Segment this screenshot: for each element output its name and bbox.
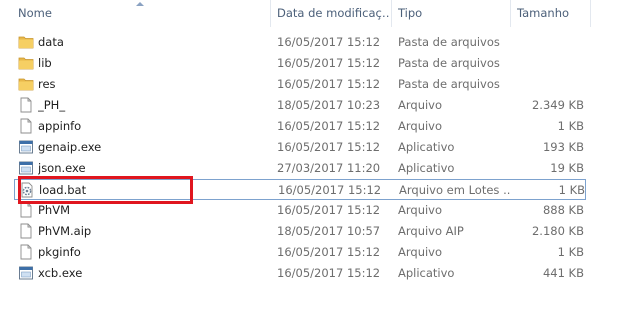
file-type: Aplicativo [398,140,455,154]
file-icon [20,118,32,134]
folder-icon [18,36,34,49]
exe-icon [19,266,33,280]
file-date: 16/05/2017 15:12 [277,140,381,154]
file-size [510,32,584,53]
file-icon [20,223,32,239]
file-name: data [38,35,64,49]
file-type: Pasta de arquivos [398,35,500,49]
column-header-date[interactable]: Data de modificaç… [277,0,389,27]
file-size: 2.349 KB [531,98,584,112]
file-row-pkginfo[interactable]: pkginfo 16/05/2017 15:12 Arquivo 1 KB [14,242,586,263]
folder-icon [18,57,34,70]
file-size [510,74,584,95]
file-name: lib [38,56,52,70]
column-divider[interactable] [510,0,511,27]
file-size: 1 KB [557,245,584,259]
file-row-phvm-aip[interactable]: PhVM.aip 18/05/2017 10:57 Arquivo AIP 2.… [14,221,586,242]
file-size [510,53,584,74]
file-size: 1 KB [557,119,584,133]
file-type: Arquivo [398,119,443,133]
file-icon [20,202,32,218]
file-type: Pasta de arquivos [398,77,500,91]
file-date: 16/05/2017 15:12 [277,266,381,280]
folder-icon [18,78,34,91]
column-divider[interactable] [391,0,392,27]
file-row-xcb[interactable]: xcb.exe 16/05/2017 15:12 Aplicativo 441 … [14,263,586,284]
file-name: _PH_ [38,98,66,112]
file-type: Aplicativo [398,161,455,175]
file-type: Arquivo [398,98,443,112]
file-name: PhVM.aip [38,224,92,238]
file-size: 1 KB [558,183,585,197]
column-header-type[interactable]: Tipo [398,0,508,27]
file-type: Arquivo [398,203,443,217]
file-date: 16/05/2017 15:12 [277,203,381,217]
column-divider[interactable] [270,0,271,27]
file-date: 16/05/2017 15:12 [277,35,381,49]
file-date: 18/05/2017 10:57 [277,224,381,238]
file-row-data[interactable]: data 16/05/2017 15:12 Pasta de arquivos [14,32,586,53]
file-row-appinfo[interactable]: appinfo 16/05/2017 15:12 Arquivo 1 KB [14,116,586,137]
file-size: 441 KB [542,266,584,280]
file-name: res [38,77,56,91]
file-type: Pasta de arquivos [398,56,500,70]
file-date: 16/05/2017 15:12 [277,245,381,259]
file-row-lib[interactable]: lib 16/05/2017 15:12 Pasta de arquivos [14,53,586,74]
file-name: pkginfo [38,245,81,259]
file-icon [20,97,32,113]
file-row-genaip[interactable]: genaip.exe 16/05/2017 15:12 Aplicativo 1… [14,137,586,158]
file-date: 16/05/2017 15:12 [277,119,381,133]
file-type: Arquivo [398,245,443,259]
column-header-size[interactable]: Tamanho [517,0,587,27]
file-type: Arquivo AIP [398,224,464,238]
file-date: 18/05/2017 10:23 [277,98,381,112]
file-size: 2.180 KB [531,224,584,238]
column-header-bar: Nome Data de modificaç… Tipo Tamanho [0,0,634,27]
file-row-res[interactable]: res 16/05/2017 15:12 Pasta de arquivos [14,74,586,95]
file-date: 16/05/2017 15:12 [278,183,382,197]
file-size: 888 KB [542,203,584,217]
file-size: 193 KB [542,140,584,154]
file-size: 19 KB [550,161,584,175]
file-type: Aplicativo [398,266,455,280]
red-highlight-annotation [18,176,193,204]
file-date: 27/03/2017 11:20 [277,161,381,175]
file-row-ph[interactable]: _PH_ 18/05/2017 10:23 Arquivo 2.349 KB [14,95,586,116]
sort-ascending-icon [136,2,144,6]
file-name: appinfo [38,119,82,133]
exe-icon [19,161,33,175]
column-divider[interactable] [590,0,591,27]
file-name: xcb.exe [38,266,83,280]
exe-icon [19,140,33,154]
file-name: genaip.exe [38,140,102,154]
file-icon [20,244,32,260]
file-date: 16/05/2017 15:12 [277,77,381,91]
file-type: Arquivo em Lotes ... [399,183,511,197]
file-date: 16/05/2017 15:12 [277,56,381,70]
